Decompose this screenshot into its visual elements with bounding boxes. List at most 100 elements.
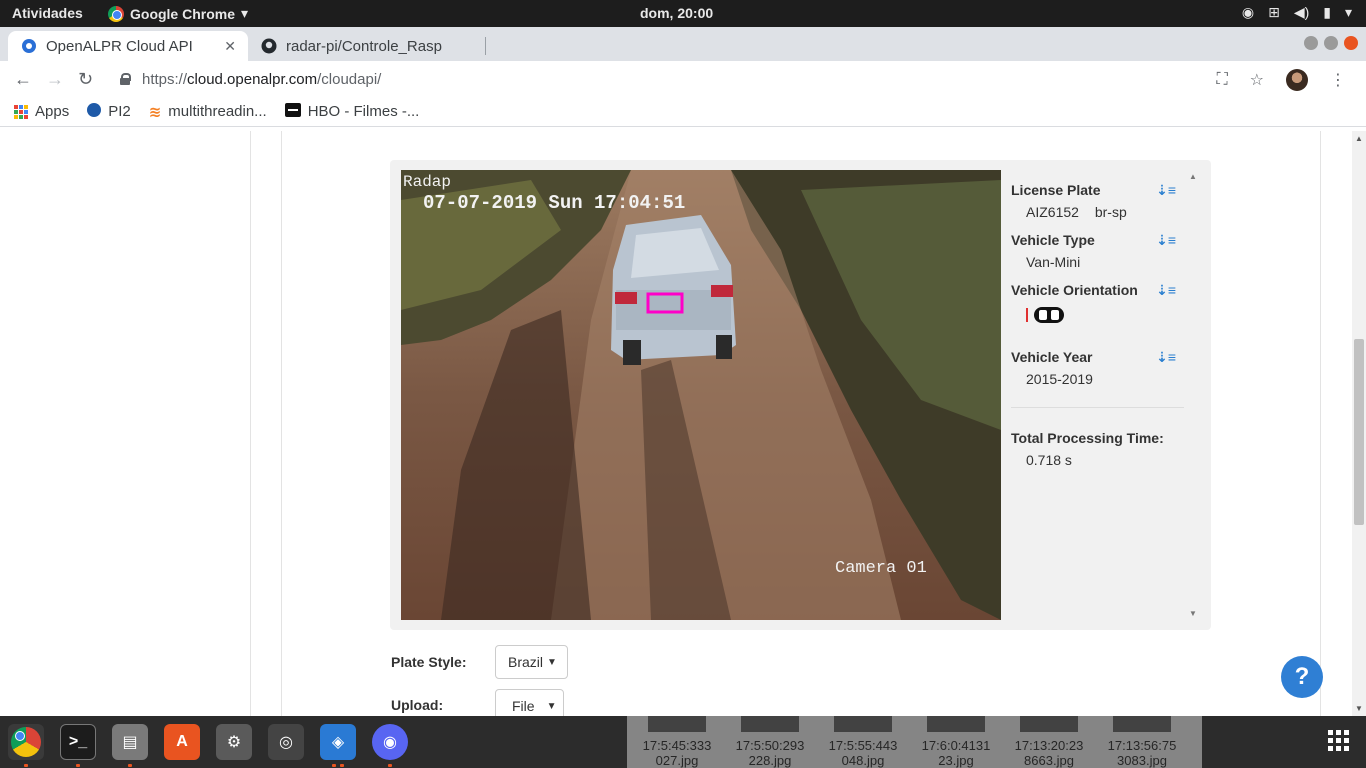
thumbnail-image bbox=[834, 716, 892, 732]
camera-photo: Radap 07-07-2019 Sun 17:04:51 Camera 01 bbox=[401, 170, 1001, 620]
file-name-line1: 17:5:45:333 bbox=[642, 738, 712, 753]
battery-icon[interactable]: ▮ bbox=[1323, 4, 1331, 21]
bookmark-pi2[interactable]: PI2 bbox=[87, 102, 131, 121]
sort-icon[interactable]: ⇣≡ bbox=[1156, 182, 1176, 199]
app-menu-label: Google Chrome bbox=[130, 5, 236, 22]
help-button[interactable]: ? bbox=[1281, 656, 1323, 698]
camera-photo-image: Radap 07-07-2019 Sun 17:04:51 Camera 01 bbox=[401, 170, 1001, 620]
toolbar-actions: ⛶ ☆ ⋮ bbox=[1216, 69, 1346, 91]
maximize-button[interactable] bbox=[1324, 36, 1338, 50]
license-plate-value: AIZ6152 bbox=[1026, 204, 1079, 220]
bookmark-star-icon[interactable]: ☆ bbox=[1250, 70, 1264, 90]
sort-icon[interactable]: ⇣≡ bbox=[1156, 282, 1176, 299]
upload-type-value: File bbox=[512, 698, 535, 714]
vehicle-year-value: 2015-2019 bbox=[1026, 371, 1093, 387]
file-thumbnail[interactable]: 17:13:20:23 8663.jpg bbox=[1004, 716, 1094, 768]
vehicle-type-label: Vehicle Type bbox=[1011, 232, 1095, 248]
caret-down-icon: ▼ bbox=[546, 700, 557, 712]
scroll-down-arrow-icon[interactable]: ▼ bbox=[1355, 704, 1363, 713]
file-name-line2: 3083.jpg bbox=[1117, 753, 1167, 768]
file-thumbnail[interactable]: 17:13:56:75 3083.jpg bbox=[1097, 716, 1187, 768]
running-indicator bbox=[24, 764, 28, 767]
vscode-icon[interactable]: ◈ bbox=[320, 724, 356, 760]
file-thumbnail[interactable]: 17:5:55:443 048.jpg bbox=[818, 716, 908, 768]
reload-icon[interactable]: ↻ bbox=[78, 69, 93, 90]
bookmark-label: PI2 bbox=[108, 103, 131, 120]
chrome-icon bbox=[108, 5, 124, 22]
processing-time-label: Total Processing Time: bbox=[1011, 430, 1164, 446]
discord-icon[interactable]: ◉ bbox=[372, 724, 408, 760]
file-thumbnail[interactable]: 17:6:0:4131 23.jpg bbox=[911, 716, 1001, 768]
close-tab-icon[interactable]: ✕ bbox=[224, 38, 236, 55]
files-icon[interactable]: ▤ bbox=[112, 724, 148, 760]
scroll-up-arrow-icon[interactable]: ▲ bbox=[1355, 134, 1363, 143]
tab-github[interactable]: radar-pi/Controle_Rasp bbox=[250, 31, 486, 61]
scroll-up-arrow-icon[interactable]: ▲ bbox=[1189, 172, 1197, 181]
file-thumbnail[interactable]: 17:5:50:293 228.jpg bbox=[725, 716, 815, 768]
updater-icon[interactable]: ◎ bbox=[268, 724, 304, 760]
forward-arrow-icon[interactable]: → bbox=[46, 69, 64, 90]
address-bar[interactable]: https://cloud.openalpr.com/cloudapi/ bbox=[108, 64, 1258, 94]
settings-icon[interactable]: ⚙ bbox=[216, 724, 252, 760]
hbo-icon bbox=[284, 102, 301, 121]
bookmark-multithreading[interactable]: ≋ multithreadin... bbox=[149, 103, 267, 121]
tab-openalpr[interactable]: OpenALPR Cloud API ✕ bbox=[8, 31, 248, 61]
tab-separator bbox=[485, 37, 486, 55]
minimize-button[interactable] bbox=[1304, 36, 1318, 50]
file-name-line2: 048.jpg bbox=[841, 753, 885, 768]
show-applications-icon[interactable] bbox=[1328, 730, 1349, 751]
upload-label: Upload: bbox=[391, 697, 444, 713]
license-plate-label: License Plate bbox=[1011, 182, 1101, 198]
bookmarks-bar: Apps PI2 ≋ multithreadin... HBO - Filmes… bbox=[0, 97, 1366, 127]
upload-type-select[interactable]: File ▼ bbox=[495, 689, 564, 716]
thumbnail-image bbox=[1113, 716, 1171, 732]
chevron-down-icon: ▾ bbox=[241, 5, 249, 21]
activities-button[interactable]: Atividades bbox=[12, 5, 83, 21]
back-arrow-icon[interactable]: ← bbox=[14, 69, 32, 90]
details-scrollbar[interactable]: ▲ ▼ bbox=[1187, 170, 1199, 620]
file-name-line2: 23.jpg bbox=[938, 753, 974, 768]
plate-style-label: Plate Style: bbox=[391, 654, 467, 670]
file-name-line2: 8663.jpg bbox=[1024, 753, 1074, 768]
tab-strip: OpenALPR Cloud API ✕ radar-pi/Controle_R… bbox=[0, 27, 1366, 84]
window-controls bbox=[1304, 36, 1358, 50]
bookmark-hbo[interactable]: HBO - Filmes -... bbox=[284, 102, 420, 121]
vehicle-year-section: Vehicle Year 2015-2019 ⇣≡ bbox=[1011, 349, 1176, 387]
clock[interactable]: dom, 20:00 bbox=[640, 5, 713, 21]
running-indicator bbox=[340, 764, 344, 767]
file-thumbnails-strip: 17:5:45:333 027.jpg 17:5:50:293 228.jpg … bbox=[627, 716, 1202, 768]
plate-style-dropdown[interactable]: Brazil ▼ bbox=[495, 645, 568, 679]
system-tray: ◉ ⊞ ◀) ▮ ▾ bbox=[1242, 4, 1352, 21]
translate-icon[interactable]: ⛶ bbox=[1216, 71, 1227, 89]
processing-time-value: 0.718 s bbox=[1026, 452, 1072, 468]
sort-icon[interactable]: ⇣≡ bbox=[1156, 232, 1176, 249]
volume-icon[interactable]: ◀) bbox=[1294, 4, 1309, 21]
scroll-down-arrow-icon[interactable]: ▼ bbox=[1189, 609, 1197, 618]
sort-icon[interactable]: ⇣≡ bbox=[1156, 349, 1176, 366]
processing-time-section: Total Processing Time: 0.718 s bbox=[1011, 430, 1176, 468]
caret-down-icon: ▼ bbox=[547, 656, 557, 668]
terminal-icon[interactable]: >_ bbox=[60, 724, 96, 760]
bookmark-label: HBO - Filmes -... bbox=[307, 103, 420, 120]
page-scrollbar[interactable]: ▲ ▼ bbox=[1352, 131, 1366, 716]
close-window-button[interactable] bbox=[1344, 36, 1358, 50]
vehicle-type-section: Vehicle Type Van-Mini ⇣≡ bbox=[1011, 232, 1176, 270]
profile-avatar[interactable] bbox=[1286, 69, 1308, 91]
vehicle-year-label: Vehicle Year bbox=[1011, 349, 1093, 365]
file-thumbnail[interactable]: 17:5:45:333 027.jpg bbox=[632, 716, 722, 768]
url-text: https://cloud.openalpr.com/cloudapi/ bbox=[142, 70, 382, 88]
chrome-dock-icon[interactable] bbox=[8, 724, 44, 760]
software-center-icon[interactable]: A bbox=[164, 724, 200, 760]
discord-tray-icon[interactable]: ◉ bbox=[1242, 4, 1254, 21]
bookmark-apps[interactable]: Apps bbox=[14, 103, 69, 120]
app-menu[interactable]: Google Chrome ▾ bbox=[108, 5, 248, 22]
plate-style-value: Brazil bbox=[508, 654, 544, 670]
system-menu-chevron-icon[interactable]: ▾ bbox=[1345, 4, 1352, 21]
system-top-bar: Atividades Google Chrome ▾ dom, 20:00 ◉ … bbox=[0, 0, 1366, 27]
network-icon[interactable]: ⊞ bbox=[1268, 4, 1280, 21]
browser-toolbar: ← → ↻ https://cloud.openalpr.com/cloudap… bbox=[0, 61, 1366, 97]
tab-title: radar-pi/Controle_Rasp bbox=[286, 37, 442, 55]
scrollbar-thumb[interactable] bbox=[1354, 339, 1364, 525]
lock-icon[interactable] bbox=[120, 73, 131, 85]
menu-kebab-icon[interactable]: ⋮ bbox=[1330, 70, 1346, 90]
